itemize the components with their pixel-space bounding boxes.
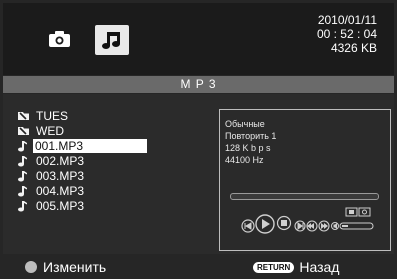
list-item-label: WED [36, 123, 64, 138]
list-item[interactable]: 005.MP3 [17, 198, 162, 213]
music-note-icon [17, 155, 33, 167]
footer: Изменить RETURN Назад [3, 257, 394, 279]
playback-controls [234, 206, 384, 242]
eq-mode: Обычные [225, 119, 265, 129]
screen: 2010/01/11 00 : 52 : 04 4326 KB M P 3 TU… [0, 0, 397, 279]
fast-forward-icon[interactable] [318, 220, 330, 232]
list-item-selected[interactable]: 001.MP3 [17, 138, 162, 153]
time-text: 00 : 52 : 04 [316, 27, 377, 41]
list-item[interactable]: WED [17, 123, 162, 138]
color-button-icon [25, 261, 37, 273]
main-area: TUES WED 001.MP3 002.MP3 003.MP3 004.MP3 005.M… [3, 94, 394, 254]
repeat-mode: Повторить 1 [225, 131, 277, 141]
music-note-icon [17, 140, 33, 152]
list-item-label: 003.MP3 [36, 168, 85, 183]
edit-hint[interactable]: Изменить [25, 259, 106, 275]
list-item-label: TUES [36, 108, 69, 123]
page-title: M P 3 [3, 76, 394, 93]
list-item[interactable]: 004.MP3 [17, 183, 162, 198]
volume-slider[interactable] [339, 222, 374, 230]
music-note-icon [17, 170, 33, 182]
file-list: TUES WED 001.MP3 002.MP3 003.MP3 004.MP3 005.M… [17, 108, 162, 213]
bitrate: 128 K b p s [225, 143, 271, 153]
size-text: 4326 KB [330, 41, 377, 55]
repeat-icon[interactable] [345, 207, 358, 217]
shuffle-icon[interactable] [358, 207, 371, 217]
stop-icon[interactable] [276, 215, 292, 231]
list-item-label: 005.MP3 [36, 198, 85, 213]
edit-label: Изменить [43, 259, 107, 275]
folder-icon [17, 125, 33, 137]
list-item[interactable]: TUES [17, 108, 162, 123]
music-note-icon [17, 185, 33, 197]
list-item-label: 004.MP3 [36, 183, 85, 198]
music-icon[interactable] [95, 25, 129, 55]
folder-icon [17, 110, 33, 122]
playback-progress[interactable] [230, 193, 379, 200]
play-icon[interactable] [255, 214, 275, 234]
header: 2010/01/11 00 : 52 : 04 4326 KB [3, 3, 394, 75]
sample-rate: 44100 Hz [225, 155, 264, 165]
rewind-icon[interactable] [306, 220, 318, 232]
list-item[interactable]: 003.MP3 [17, 168, 162, 183]
volume-icon[interactable] [331, 222, 339, 230]
back-hint[interactable]: RETURN Назад [253, 259, 339, 275]
previous-icon[interactable] [241, 219, 255, 233]
music-note-icon [17, 200, 33, 212]
list-item-label: 002.MP3 [36, 153, 85, 168]
status-info: 2010/01/11 00 : 52 : 04 4326 KB [317, 13, 377, 55]
photo-icon[interactable] [47, 29, 72, 49]
track-info-panel: Обычные Повторить 1 128 K b p s 44100 Hz [219, 109, 391, 251]
back-label: Назад [299, 259, 340, 275]
next-icon[interactable] [294, 220, 306, 232]
list-item-label: 001.MP3 [33, 138, 147, 153]
date-text: 2010/01/11 [317, 13, 377, 27]
return-key: RETURN [253, 261, 295, 273]
list-item[interactable]: 002.MP3 [17, 153, 162, 168]
